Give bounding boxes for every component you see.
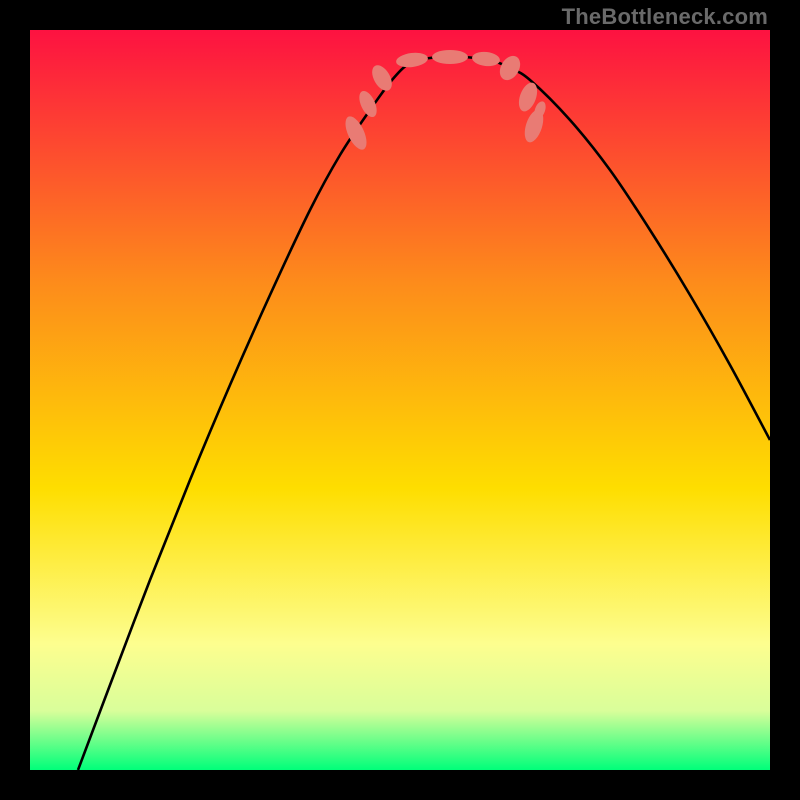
marker-icon (471, 51, 500, 68)
curve-markers (341, 50, 548, 153)
chart-plot-area (30, 30, 770, 770)
watermark-text: TheBottleneck.com (562, 4, 768, 30)
marker-icon (496, 52, 525, 84)
marker-icon (432, 50, 468, 64)
marker-icon (395, 51, 428, 69)
bottleneck-curve (30, 30, 770, 770)
marker-icon (356, 88, 381, 119)
marker-icon (368, 62, 396, 94)
